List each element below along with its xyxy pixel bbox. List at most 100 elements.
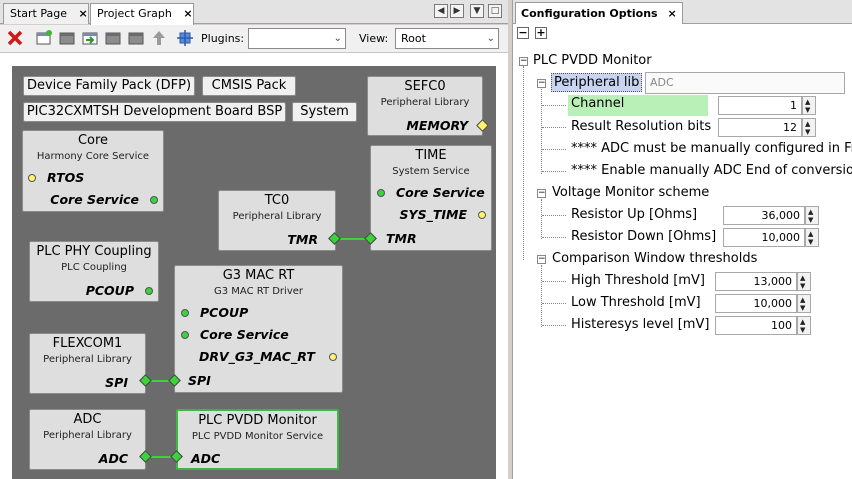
resistor-down-input[interactable]: 10,000	[723, 228, 805, 247]
collapse-node-icon[interactable]: −	[537, 79, 546, 88]
tree-guide	[542, 325, 566, 326]
collapse-node-icon[interactable]: −	[537, 255, 546, 264]
resistor-down-spinner[interactable]: ▲ ▼	[805, 228, 819, 247]
channel-spinner[interactable]: ▲ ▼	[802, 96, 816, 115]
view-select[interactable]: Root ⌄	[395, 28, 499, 49]
component-title: ADC	[73, 412, 102, 427]
channel-label: Channel	[568, 95, 708, 116]
resistor-down-label: Resistor Down [Ohms]	[571, 229, 717, 244]
tab-project-graph[interactable]: Project Graph ×	[90, 3, 194, 25]
expand-all-icon[interactable]: +	[535, 27, 547, 39]
resistor-up-input[interactable]: 36,000	[723, 206, 805, 225]
peripheral-lib-field: ADC	[645, 72, 845, 94]
resolution-input[interactable]: 12	[718, 118, 802, 137]
delete-icon[interactable]	[6, 29, 24, 47]
close-icon[interactable]: ×	[667, 7, 676, 20]
port-label: MEMORY	[406, 118, 468, 133]
tree-guide	[542, 215, 566, 216]
close-icon[interactable]: ×	[79, 7, 88, 20]
cmsis-component[interactable]: CMSIS Pack	[202, 76, 296, 96]
scroll-left-icon[interactable]: ◀	[434, 4, 448, 18]
high-threshold-spinner[interactable]: ▲ ▼	[797, 272, 811, 291]
component-title: TIME	[415, 148, 447, 163]
hysteresis-label: Histeresys level [mV]	[571, 317, 710, 332]
tree-guide	[542, 237, 566, 238]
component-subtitle: System Service	[392, 166, 470, 177]
up-arrow-icon[interactable]	[150, 29, 168, 47]
sefc0-component[interactable]: SEFC0 Peripheral Library MEMORY	[367, 76, 489, 136]
close-icon[interactable]: ×	[183, 7, 192, 20]
component-subtitle: Peripheral Library	[232, 211, 322, 222]
plc-pvdd-monitor-component[interactable]: PLC PVDD Monitor PLC PVDD Monitor Servic…	[176, 409, 339, 470]
component-subtitle: Peripheral Library	[380, 97, 470, 108]
tab-configuration-options[interactable]: Configuration Options ×	[515, 2, 683, 24]
core-service-port-icon[interactable]	[181, 331, 189, 339]
low-threshold-spinner[interactable]: ▲ ▼	[797, 294, 811, 313]
tree-guide	[541, 265, 542, 327]
configuration-options-panel: Configuration Options × − + − PLC PVDD M…	[512, 0, 852, 479]
bsp-component[interactable]: PIC32CXMTSH Development Board BSP	[23, 102, 286, 122]
move-in-icon[interactable]	[81, 29, 99, 47]
auto-arrange-icon[interactable]	[176, 29, 194, 47]
system-component[interactable]: System	[292, 102, 357, 122]
rtos-port-icon[interactable]	[28, 174, 36, 182]
collapse-all-icon[interactable]: −	[517, 27, 529, 39]
high-threshold-input[interactable]: 13,000	[715, 272, 797, 291]
resistor-up-spinner[interactable]: ▲ ▼	[805, 206, 819, 225]
collapse-node-icon[interactable]: −	[537, 189, 546, 198]
drv-g3-mac-rt-port-icon[interactable]	[329, 353, 337, 361]
collapse-node-icon[interactable]: −	[519, 57, 528, 66]
port-label: RTOS	[47, 170, 85, 185]
component-subtitle: PLC PVDD Monitor Service	[191, 431, 324, 442]
tree-guide	[523, 66, 524, 260]
move-out-icon[interactable]	[104, 29, 122, 47]
component-subtitle: Peripheral Library	[43, 430, 132, 441]
project-graph-canvas[interactable]: Device Family Pack (DFP) CMSIS Pack PIC3…	[12, 66, 496, 479]
maximize-icon[interactable]: □	[488, 4, 502, 18]
sys-time-port-icon[interactable]	[478, 211, 486, 219]
g3-mac-rt-component[interactable]: G3 MAC RT G3 MAC RT Driver PCOUP Core Se…	[174, 265, 343, 393]
pin-icon[interactable]	[127, 29, 145, 47]
hysteresis-spinner[interactable]: ▲ ▼	[797, 316, 811, 335]
port-label: ADC	[191, 451, 221, 466]
dfp-component[interactable]: Device Family Pack (DFP)	[23, 76, 195, 96]
config-tab-bar: Configuration Options ×	[513, 0, 852, 24]
adc-eoc-note: **** Enable manually ADC End of conversi…	[571, 163, 852, 178]
resolution-label: Result Resolution bits	[571, 119, 712, 134]
comparison-window-node[interactable]: Comparison Window thresholds	[552, 251, 757, 266]
component-subtitle: G3 MAC RT Driver	[213, 286, 304, 297]
component-subtitle: PLC Coupling	[61, 262, 127, 273]
voltage-monitor-scheme-node[interactable]: Voltage Monitor scheme	[552, 185, 709, 200]
tab-list-icon[interactable]: ▼	[470, 4, 484, 18]
new-container-icon[interactable]	[35, 29, 53, 47]
resolution-spinner[interactable]: ▲ ▼	[802, 118, 816, 137]
tc0-component[interactable]: TC0 Peripheral Library TMR	[218, 190, 336, 251]
hysteresis-input[interactable]: 100	[715, 316, 797, 335]
time-component[interactable]: TIME System Service Core Service SYS_TIM…	[370, 145, 492, 251]
component-title: PLC PVDD Monitor	[198, 413, 317, 428]
scroll-right-icon[interactable]: ▶	[450, 4, 464, 18]
component-title: G3 MAC RT	[222, 268, 295, 283]
adc-component[interactable]: ADC Peripheral Library ADC	[29, 409, 146, 470]
tree-root-plc-pvdd-monitor[interactable]: PLC PVDD Monitor	[533, 53, 652, 68]
core-service-port-icon[interactable]	[150, 196, 158, 204]
tab-label: Configuration Options	[521, 7, 658, 20]
channel-input[interactable]: 1	[718, 96, 802, 115]
config-toolbar: − +	[513, 24, 852, 46]
pcoup-port-icon[interactable]	[145, 287, 153, 295]
port-label: Core Service	[200, 327, 289, 342]
component-icon[interactable]	[58, 29, 76, 47]
pcoup-port-icon[interactable]	[181, 309, 189, 317]
tab-start-page[interactable]: Start Page ×	[3, 3, 89, 24]
resistor-up-label: Resistor Up [Ohms]	[571, 207, 698, 222]
low-threshold-input[interactable]: 10,000	[715, 294, 797, 313]
flexcom1-component[interactable]: FLEXCOM1 Peripheral Library SPI	[29, 333, 146, 394]
peripheral-lib-label[interactable]: Peripheral lib	[551, 73, 643, 92]
plc-phy-coupling-component[interactable]: PLC PHY Coupling PLC Coupling PCOUP	[29, 241, 159, 302]
plugins-select[interactable]: ⌄	[248, 28, 346, 49]
core-service-port-icon[interactable]	[377, 189, 385, 197]
tab-label: Project Graph	[97, 7, 172, 20]
component-title: TC0	[264, 193, 290, 208]
core-component[interactable]: Core Harmony Core Service RTOS Core Serv…	[22, 130, 164, 212]
port-label: Core Service	[50, 192, 139, 207]
